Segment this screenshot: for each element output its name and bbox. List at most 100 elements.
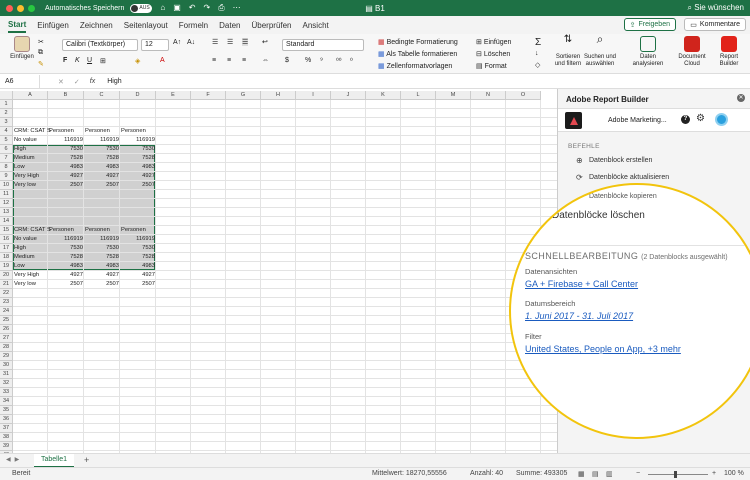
column-header[interactable]: N <box>471 91 506 100</box>
tab-formulas[interactable]: Formeln <box>179 19 208 32</box>
cell[interactable]: No value <box>13 235 48 243</box>
insert-cells-button[interactable]: ⊞ Einfügen <box>476 38 511 46</box>
refresh-datablocks-button[interactable]: Datenblöcke aktualisieren <box>589 174 669 181</box>
name-box[interactable]: A6 <box>0 74 40 89</box>
decrease-decimal-icon[interactable]: ⁰ <box>350 57 353 65</box>
cell[interactable]: Medium <box>13 154 48 162</box>
page-layout-icon[interactable]: ▤ <box>592 470 599 478</box>
row-header[interactable]: 17 <box>0 244 13 253</box>
tell-me-search[interactable]: ⌕ Sie wünschen <box>687 3 744 13</box>
cell[interactable]: 7528 <box>84 154 120 162</box>
find-select-button[interactable]: ⌕ Suchen und auswählen <box>580 33 620 68</box>
views-link[interactable]: GA + Firebase + Call Center <box>525 279 638 289</box>
cell[interactable]: Personen <box>84 226 120 234</box>
cell[interactable]: Very low <box>13 181 48 189</box>
column-header[interactable]: H <box>261 91 296 100</box>
row-header[interactable]: 34 <box>0 397 13 406</box>
undo-icon[interactable]: ↶ <box>189 3 196 13</box>
row-header[interactable]: 15 <box>0 226 13 235</box>
select-all-corner[interactable] <box>0 91 13 100</box>
cell[interactable]: 116919 <box>48 235 84 243</box>
tab-data[interactable]: Daten <box>219 19 240 32</box>
function-icon[interactable]: fx <box>90 78 95 85</box>
cond-format-button[interactable]: ▦ Bedingte Formatierung <box>378 38 458 46</box>
cell[interactable]: 7528 <box>120 253 156 261</box>
format-cells-button[interactable]: ▤ Format <box>476 62 507 70</box>
cell[interactable]: 7528 <box>48 253 84 261</box>
row-header[interactable]: 1 <box>0 100 13 109</box>
row-header[interactable]: 12 <box>0 199 13 208</box>
row-header[interactable]: 2 <box>0 109 13 118</box>
cell[interactable]: Medium <box>13 253 48 261</box>
grow-font-icon[interactable]: A↑ <box>173 39 181 46</box>
column-header[interactable]: G <box>226 91 261 100</box>
gear-icon[interactable]: ⚙ <box>696 113 705 124</box>
column-header[interactable]: M <box>436 91 471 100</box>
row-header[interactable]: 27 <box>0 334 13 343</box>
column-header[interactable]: B <box>48 91 84 100</box>
row-header[interactable]: 13 <box>0 208 13 217</box>
cell[interactable]: 7530 <box>48 145 84 153</box>
row-header[interactable]: 16 <box>0 235 13 244</box>
clear-icon[interactable]: ◇ <box>535 61 540 69</box>
row-header[interactable]: 21 <box>0 280 13 289</box>
cell[interactable]: Low <box>13 262 48 270</box>
fill-icon[interactable]: ↓ <box>535 50 539 57</box>
copy-icon[interactable]: ⧉ <box>38 49 43 57</box>
row-header[interactable]: 25 <box>0 316 13 325</box>
shrink-font-icon[interactable]: A↓ <box>187 39 195 46</box>
cell[interactable]: 4983 <box>48 262 84 270</box>
zoom-window-button[interactable] <box>28 4 35 12</box>
filter-link[interactable]: United States, People on App, +3 mehr <box>525 344 681 354</box>
row-header[interactable]: 19 <box>0 262 13 271</box>
cell[interactable]: 4927 <box>84 172 120 180</box>
column-header[interactable]: A <box>13 91 48 100</box>
row-header[interactable]: 26 <box>0 325 13 334</box>
avatar[interactable] <box>715 113 728 126</box>
align-bottom-icon[interactable]: ☰ <box>242 38 249 46</box>
cell[interactable]: 7528 <box>48 154 84 162</box>
column-header[interactable]: F <box>191 91 226 100</box>
column-header[interactable]: J <box>331 91 366 100</box>
cell[interactable]: Very low <box>13 280 48 288</box>
paste-button[interactable]: Einfügen <box>2 36 42 61</box>
row-header[interactable]: 39 <box>0 442 13 451</box>
sheet-nav-arrows[interactable]: ◀▶ <box>6 456 23 463</box>
cell[interactable]: 116919 <box>120 136 156 144</box>
autosave-toggle[interactable]: AUS <box>130 3 153 13</box>
cell[interactable]: 7530 <box>120 145 156 153</box>
row-header[interactable]: 28 <box>0 343 13 352</box>
italic-icon[interactable]: K <box>75 57 80 64</box>
cell[interactable]: 7528 <box>120 154 156 162</box>
align-right-icon[interactable]: ≡ <box>242 57 246 64</box>
column-header[interactable]: K <box>366 91 401 100</box>
format-as-table-button[interactable]: ▦ Als Tabelle formatieren <box>378 50 457 58</box>
cell[interactable]: Personen <box>48 226 84 234</box>
delete-cells-button[interactable]: ⊟ Löschen <box>476 50 510 58</box>
cell[interactable]: 4983 <box>84 163 120 171</box>
row-header[interactable]: 35 <box>0 406 13 415</box>
cell[interactable]: Personen <box>120 127 156 135</box>
analyze-data-button[interactable]: Daten analysieren <box>628 36 668 68</box>
row-header[interactable]: 31 <box>0 370 13 379</box>
column-header[interactable]: I <box>296 91 331 100</box>
row-header[interactable]: 38 <box>0 433 13 442</box>
enter-icon[interactable]: ✓ <box>74 78 80 86</box>
cell[interactable]: 4983 <box>120 163 156 171</box>
cell[interactable]: Low <box>13 163 48 171</box>
spreadsheet-grid[interactable]: A B C D E F G H I J K L M N O 1 2 3 4 5 6 7 8 9 10 11 12 13 14 15 16 17… <box>0 91 557 453</box>
share-button[interactable]: ⇪ Freigeben <box>623 18 676 31</box>
cell[interactable]: Personen <box>84 127 120 135</box>
cell[interactable]: 4983 <box>84 262 120 270</box>
number-format-select[interactable]: Standard <box>282 39 364 51</box>
panel-close-icon[interactable]: ✕ <box>737 94 745 102</box>
cell[interactable]: 4927 <box>120 271 156 279</box>
zoom-slider-thumb[interactable] <box>674 471 677 478</box>
row-header[interactable]: 36 <box>0 415 13 424</box>
bold-icon[interactable]: F <box>63 57 67 64</box>
normal-view-icon[interactable]: ▦ <box>578 470 585 478</box>
tab-start[interactable]: Start <box>8 18 27 33</box>
row-header[interactable]: 18 <box>0 253 13 262</box>
tab-insert[interactable]: Einfügen <box>37 19 69 32</box>
row-header[interactable]: 22 <box>0 289 13 298</box>
